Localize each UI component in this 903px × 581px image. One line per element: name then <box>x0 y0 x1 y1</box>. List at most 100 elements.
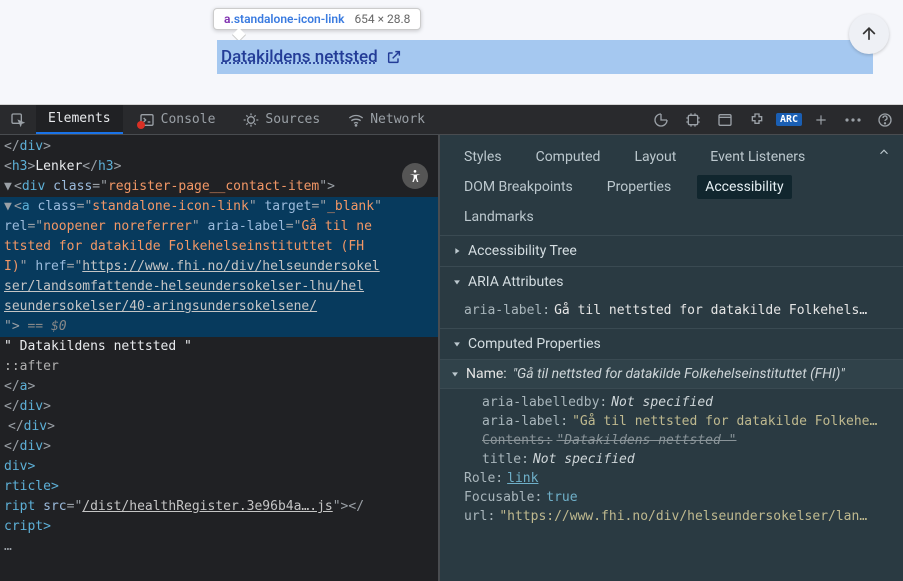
tree-line[interactable]: ::after <box>0 357 438 377</box>
prop-row: Role: link <box>464 469 891 488</box>
prop-row: Contents: "Datakildens nettsted " <box>464 431 891 450</box>
section-header[interactable]: Computed Properties <box>440 329 903 359</box>
error-badge <box>137 121 145 129</box>
wifi-icon <box>348 112 364 128</box>
node-hover-tooltip: a.standalone-icon-link 654 × 28.8 <box>213 8 421 30</box>
section-computed-properties: Computed Properties Name: "Gå til nettst… <box>440 328 903 534</box>
tab-layout[interactable]: Layout <box>626 145 684 169</box>
chevron-down-icon <box>452 339 462 349</box>
prop-key: Name: <box>466 366 507 382</box>
tree-line[interactable]: </div> <box>0 137 438 157</box>
memory-icon[interactable] <box>679 106 707 134</box>
tab-sources[interactable]: Sources <box>231 105 332 134</box>
tree-line[interactable]: cript> <box>0 517 438 537</box>
elements-tree[interactable]: </div> <h3>Lenker</h3> ▼<div class="regi… <box>0 135 438 581</box>
application-icon[interactable] <box>711 106 739 134</box>
tab-label: Network <box>370 112 425 127</box>
arrow-up-icon <box>859 24 879 44</box>
accessibility-badge-icon[interactable] <box>402 163 428 189</box>
performance-icon[interactable] <box>647 106 675 134</box>
prop-value: "Datakildens nettsted " <box>556 433 736 448</box>
tree-line-selected[interactable]: ttsted for datakilde Folkehelseinstitutt… <box>0 237 438 257</box>
prop-key: title: <box>482 452 529 467</box>
prop-value: "Gå til nettsted for datakilde Folkehels… <box>513 366 845 382</box>
tab-network[interactable]: Network <box>336 105 437 134</box>
tree-line-selected[interactable]: ser/landsomfattende-helseundersokelser-l… <box>0 277 438 297</box>
tab-properties[interactable]: Properties <box>599 175 679 199</box>
page-preview: a.standalone-icon-link 654 × 28.8 Dataki… <box>0 0 903 105</box>
devtools-body: </div> <h3>Lenker</h3> ▼<div class="regi… <box>0 135 903 581</box>
arc-toolkit-tab[interactable]: ARC <box>775 106 803 134</box>
tree-line[interactable]: ript src="/dist/healthRegister.3e96b4a….… <box>0 497 438 517</box>
prop-row: Focusable: true <box>464 488 891 507</box>
section-header[interactable]: ARIA Attributes <box>440 267 903 297</box>
prop-key: Contents: <box>482 433 552 448</box>
tab-elements[interactable]: Elements <box>36 105 123 134</box>
section-accessibility-tree: Accessibility Tree <box>440 235 903 266</box>
prop-key: aria-label: <box>464 303 550 318</box>
tree-line[interactable]: " Datakildens nettsted " <box>0 337 438 357</box>
tab-console[interactable]: Console <box>127 105 228 134</box>
tab-label: Sources <box>265 112 320 127</box>
prop-value: Gå til nettsted for datakilde Folkehels… <box>554 303 867 318</box>
devtools: Elements Console Sources Network <box>0 105 903 581</box>
tooltip-class: .standalone-icon-link <box>230 12 344 26</box>
tree-line-selected[interactable]: seundersokelser/40-aringsundersokelsene/ <box>0 297 438 317</box>
tree-line-selected[interactable]: ▼<a class="standalone-icon-link" target=… <box>0 197 438 217</box>
sidebar: Styles Computed Layout Event Listeners D… <box>440 135 903 581</box>
tree-line-selected[interactable]: "> == $0 <box>0 317 438 337</box>
devtools-tabstrip: Elements Console Sources Network <box>0 105 903 135</box>
section-title: Accessibility Tree <box>468 243 577 259</box>
prop-row: aria-label: "Gå til nettsted for datakil… <box>464 412 891 431</box>
tab-label: Elements <box>48 111 111 126</box>
chevron-right-icon <box>452 246 462 256</box>
tree-line-selected[interactable]: rel="noopener noreferrer" aria-label="Gå… <box>0 217 438 237</box>
tab-event-listeners[interactable]: Event Listeners <box>702 145 813 169</box>
tree-line[interactable]: <h3>Lenker</h3> <box>0 157 438 177</box>
prop-row: aria-labelledby: Not specified <box>464 393 891 412</box>
computed-name-row[interactable]: Name: "Gå til nettsted for datakilde Fol… <box>440 359 903 389</box>
more-menu-button[interactable] <box>839 106 867 134</box>
tree-line[interactable]: ▼<div class="register-page__contact-item… <box>0 177 438 197</box>
tree-line[interactable]: </a> <box>0 377 438 397</box>
extension-icon[interactable] <box>743 106 771 134</box>
tree-line[interactable]: </div> <box>0 437 438 457</box>
prop-value: Not specified <box>533 452 635 467</box>
help-button[interactable] <box>871 106 899 134</box>
scroll-to-top-button[interactable] <box>849 14 889 54</box>
prop-row: title: Not specified <box>464 450 891 469</box>
tab-styles[interactable]: Styles <box>456 145 510 169</box>
prop-key: aria-label: <box>482 414 568 429</box>
tree-line[interactable]: </div> <box>0 417 438 437</box>
add-tab-button[interactable] <box>807 106 835 134</box>
prop-key: Role: <box>464 471 503 486</box>
highlighted-element: Datakildens nettsted <box>217 40 873 74</box>
tab-accessibility[interactable]: Accessibility <box>697 175 791 199</box>
collapse-sidebar-button[interactable] <box>877 145 891 159</box>
tab-label: Console <box>161 112 216 127</box>
section-title: ARIA Attributes <box>468 274 563 290</box>
prop-key: url: <box>464 509 495 524</box>
prop-value: "Gå til nettsted for datakilde Folkehe… <box>572 414 877 429</box>
section-title: Computed Properties <box>468 336 601 352</box>
bug-icon <box>243 112 259 128</box>
tab-dom-breakpoints[interactable]: DOM Breakpoints <box>456 175 581 199</box>
prop-value: "https://www.fhi.no/div/helseundersokels… <box>499 509 867 524</box>
tree-line[interactable]: … <box>0 537 438 557</box>
datakilde-link[interactable]: Datakildens nettsted <box>221 47 402 67</box>
tree-line[interactable]: rticle> <box>0 477 438 497</box>
inspect-icon[interactable] <box>4 106 32 134</box>
prop-value: Not specified <box>611 395 713 410</box>
prop-key: aria-labelledby: <box>482 395 607 410</box>
sidebar-tabstrip: Styles Computed Layout Event Listeners D… <box>440 135 903 235</box>
chevron-down-icon <box>450 369 460 379</box>
prop-value: true <box>546 490 577 505</box>
tab-computed[interactable]: Computed <box>528 145 609 169</box>
tree-line-selected[interactable]: I)" href="https://www.fhi.no/div/helseun… <box>0 257 438 277</box>
section-header[interactable]: Accessibility Tree <box>440 236 903 266</box>
link-text: Datakildens nettsted <box>221 47 378 67</box>
tooltip-dimensions: 654 × 28.8 <box>354 12 410 26</box>
tab-landmarks[interactable]: Landmarks <box>456 205 542 229</box>
tree-line[interactable]: </div> <box>0 397 438 417</box>
tree-line[interactable]: div> <box>0 457 438 477</box>
